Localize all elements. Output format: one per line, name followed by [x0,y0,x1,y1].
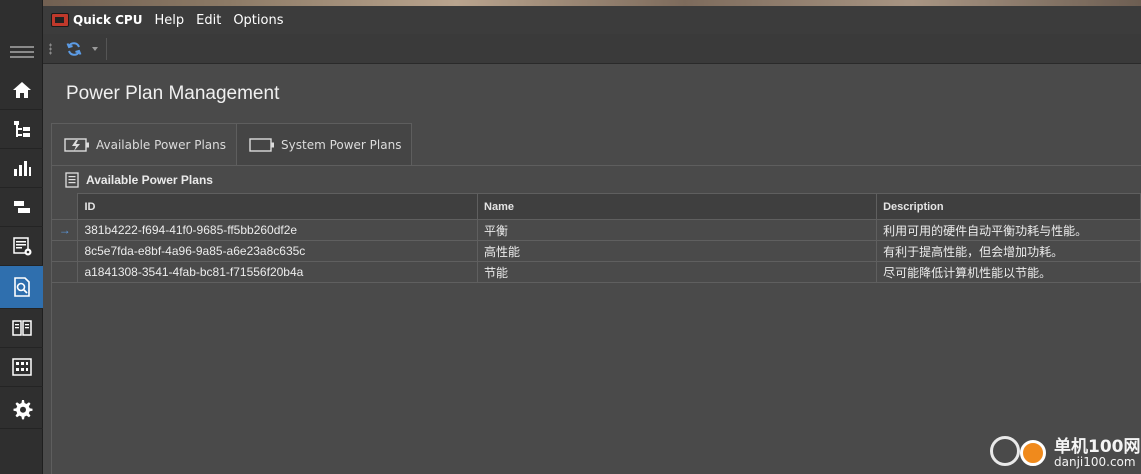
refresh-icon[interactable] [66,41,82,57]
sidebar [0,0,43,474]
gear-icon [13,400,32,420]
page-title: Power Plan Management [66,83,280,104]
tab-system-power-plans[interactable]: System Power Plans [236,123,413,166]
watermark-ring-icon [990,436,1020,466]
cell-id[interactable]: a1841308-3541-4fab-bc81-f71556f20b4a [77,261,479,283]
toolbar [43,34,1141,64]
app-title: Quick CPU [73,13,143,27]
arrow-right-icon: → [58,223,71,237]
power-plans-table: ID Name Description → 381b4222-f694-41f0… [52,193,1141,283]
main-content: Power Plan Management Available Power Pl… [43,64,1141,474]
table-row[interactable]: 8c5e7fda-e8bf-4a96-9a85-a6e23a8c635c 高性能… [52,240,1141,262]
sidebar-item-processes[interactable] [0,188,43,227]
sidebar-item-tree[interactable] [0,110,43,149]
battery-icon [249,138,275,152]
menu-help[interactable]: Help [154,13,184,28]
power-plans-panel: Available Power Plans ID Name Descriptio… [51,166,1141,474]
bar-chart-icon [13,161,31,176]
cell-description[interactable]: 有利于提高性能，但会增加功耗。 [876,240,1141,262]
sidebar-item-settings[interactable] [0,390,43,429]
list-settings-icon [12,237,31,256]
watermark: 单机100网 danji100.com [990,432,1141,474]
app-logo-icon [51,13,69,27]
row-indicator [52,261,79,283]
home-icon [12,82,31,98]
cell-id[interactable]: 381b4222-f694-41f0-9685-ff5bb260df2e [77,219,479,241]
menubar: Quick CPU Help Edit Options [43,6,1141,34]
tree-list-icon [13,121,30,137]
cell-name[interactable]: 平衡 [477,219,878,241]
sidebar-item-grid[interactable] [0,348,43,387]
menu-edit[interactable]: Edit [196,13,221,28]
row-indicator-header [52,193,79,220]
menu-options[interactable]: Options [233,13,283,28]
cell-description[interactable]: 尽可能降低计算机性能以节能。 [876,261,1141,283]
document-icon [65,171,79,188]
cell-name[interactable]: 节能 [477,261,878,283]
sidebar-item-chart[interactable] [0,149,43,188]
book-icon [11,320,32,336]
watermark-title: 单机100网 [1054,437,1141,457]
sidebar-item-power-plans[interactable] [0,266,43,309]
tab-label: System Power Plans [281,138,402,152]
sidebar-item-book[interactable] [0,309,43,348]
hamburger-menu-icon[interactable] [0,38,43,66]
cell-name[interactable]: 高性能 [477,240,878,262]
column-header-id[interactable]: ID [77,193,479,220]
row-indicator: → [52,219,79,241]
tab-available-power-plans[interactable]: Available Power Plans [51,123,238,166]
table-row[interactable]: a1841308-3541-4fab-bc81-f71556f20b4a 节能 … [52,261,1141,283]
group-header: Available Power Plans [52,166,1141,193]
column-header-name[interactable]: Name [477,193,878,220]
tab-label: Available Power Plans [96,138,227,152]
battery-charging-icon [64,138,89,152]
document-search-icon [13,277,30,297]
stacked-bars-icon [13,201,30,213]
tab-strip: Available Power Plans System Power Plans [51,123,413,166]
watermark-dot-icon [1020,440,1046,466]
toolbar-grip[interactable] [49,42,52,55]
table-row[interactable]: → 381b4222-f694-41f0-9685-ff5bb260df2e 平… [52,219,1141,241]
toolbar-separator [106,37,107,60]
sidebar-item-settings-list[interactable] [0,227,43,266]
table-header-row: ID Name Description [52,193,1141,220]
column-header-description[interactable]: Description [876,193,1141,220]
chevron-down-icon[interactable] [92,46,98,51]
cell-id[interactable]: 8c5e7fda-e8bf-4a96-9a85-a6e23a8c635c [77,240,479,262]
grid-frame-icon [11,358,32,376]
row-indicator [52,240,79,262]
cell-description[interactable]: 利用可用的硬件自动平衡功耗与性能。 [876,219,1141,241]
group-title: Available Power Plans [86,172,213,187]
watermark-url: danji100.com [1054,455,1136,469]
sidebar-item-home[interactable] [0,71,43,110]
